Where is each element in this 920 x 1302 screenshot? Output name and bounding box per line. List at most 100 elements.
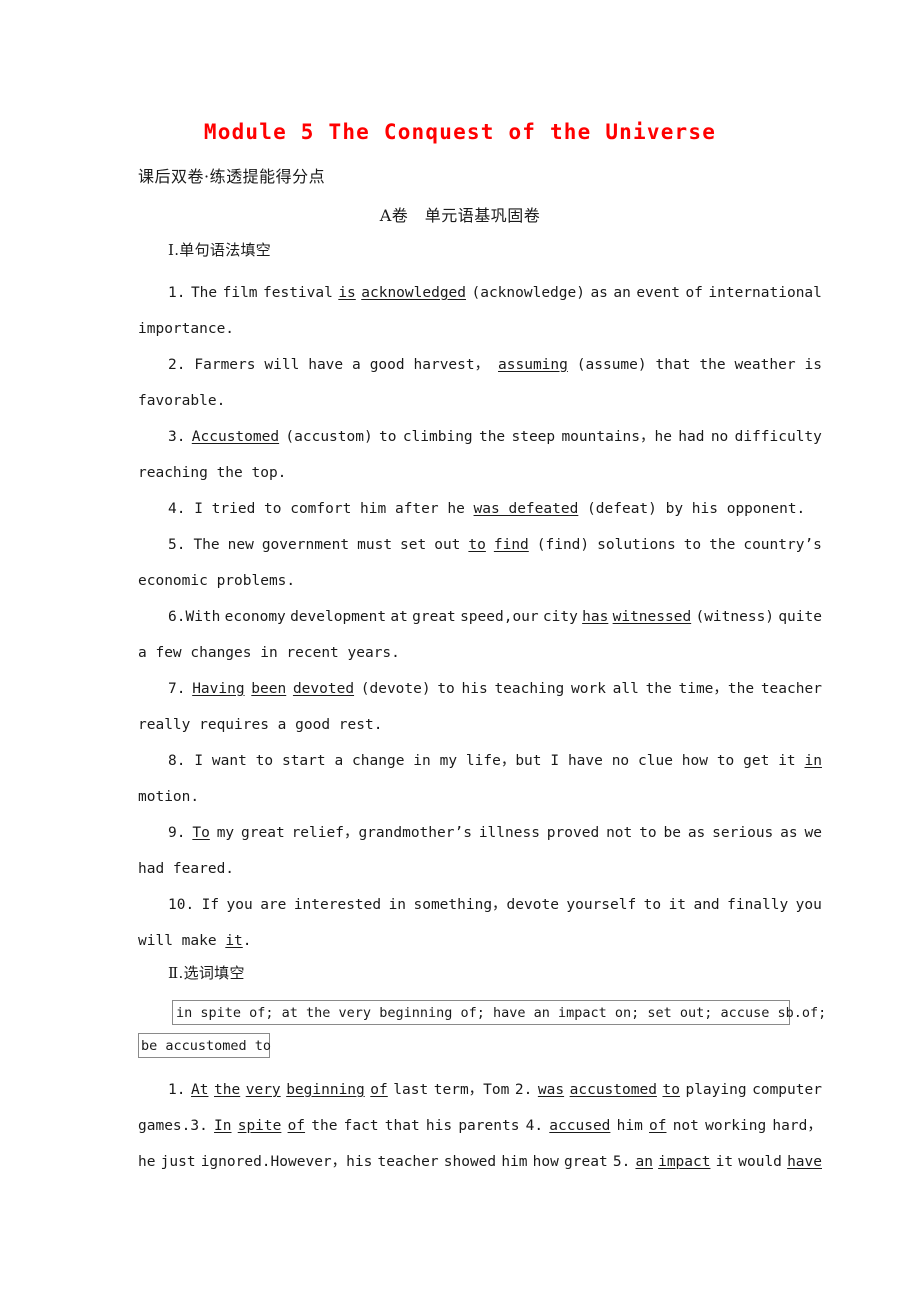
text-run: The <box>190 285 218 301</box>
text-run: had <box>678 429 705 445</box>
text-run: just <box>160 1154 196 1170</box>
text-run: good <box>369 357 405 373</box>
subtitle-label: 课后双卷·练透提能得分点 <box>138 167 326 186</box>
text-run: no <box>710 429 729 445</box>
text-run: mountains，he <box>561 429 672 445</box>
text-run: as <box>687 825 706 841</box>
grammar-fill-in-list: 1. The film festival is acknowledged (acknowle… <box>138 275 822 959</box>
text-run: illness <box>478 825 540 841</box>
grammar-item: 1. The film festival is acknowledged (acknowle… <box>138 275 822 347</box>
section-heading-2: Ⅱ.选词填空 <box>168 964 245 982</box>
answer-blank: beginning <box>286 1082 365 1098</box>
text-run: 3. <box>168 429 186 445</box>
grammar-item: 10. If you are interested in something，devote y… <box>138 887 822 959</box>
grammar-item: 7. Having been devoted (devote) to his teaching… <box>138 671 822 743</box>
page-title: Module 5 The Conquest of the Universe <box>203 120 717 144</box>
text-run: motion. <box>138 789 200 805</box>
text-run: change <box>352 753 405 769</box>
answer-blank: witnessed <box>612 609 692 625</box>
text-run: I <box>194 753 204 769</box>
text-line: 5. The new government must set out to find (find)… <box>138 527 822 563</box>
text-line: 9. To my great relief，grandmother’s illness pr… <box>138 815 822 851</box>
text-run: 7. <box>168 681 186 697</box>
text-run: term，Tom <box>433 1082 510 1098</box>
text-line: will make it. <box>138 923 822 959</box>
text-line: 10. If you are interested in something，devote y… <box>138 887 822 923</box>
text-run: have <box>308 357 344 373</box>
text-run: a <box>352 357 361 373</box>
text-run: he <box>138 1154 156 1170</box>
text-run: we <box>804 825 822 841</box>
text-run: him <box>616 1118 643 1134</box>
text-run: climbing <box>402 429 473 445</box>
text-run: out <box>434 537 461 553</box>
answer-blank: of <box>370 1082 388 1098</box>
text-line: reaching the top. <box>138 455 822 491</box>
text-run: 9. <box>168 825 186 841</box>
text-run: 1. <box>168 1082 186 1098</box>
text-run: (witness) <box>695 609 775 625</box>
text-run: 5. <box>612 1154 631 1170</box>
text-run: work <box>571 681 606 697</box>
text-run: my <box>439 753 458 769</box>
text-run: must <box>357 537 393 553</box>
text-run: the <box>645 681 672 697</box>
text-run: great <box>241 825 285 841</box>
answer-blank: an <box>635 1154 653 1170</box>
text-run: to <box>639 825 657 841</box>
text-run: is <box>804 357 822 373</box>
text-line: 1. The film festival is acknowledged (acknowle… <box>138 275 822 311</box>
text-run: Farmers <box>194 357 256 373</box>
answer-blank: was defeated <box>473 501 579 517</box>
answer-blank: Having <box>192 681 245 697</box>
text-run: at <box>390 609 408 625</box>
text-run: my <box>216 825 235 841</box>
grammar-item: 8. Iwant to start a change in my life，but Ihave no… <box>138 743 822 815</box>
text-run: government <box>261 537 350 553</box>
text-run: difficulty <box>734 429 822 445</box>
text-run: him <box>501 1154 528 1170</box>
text-run: to <box>255 753 274 769</box>
text-line: 4. I tried to comfort him after he was d… <box>138 491 822 527</box>
grammar-item: 9. To my great relief，grandmother’s illness pr… <box>138 815 822 887</box>
text-run: harvest， <box>413 357 490 373</box>
answer-blank: has <box>582 609 609 625</box>
section-heading-1: Ⅰ.单句语法填空 <box>168 241 272 259</box>
text-run: working <box>705 1118 767 1134</box>
text-line: really requires a good rest. <box>138 707 822 743</box>
text-run: steep <box>511 429 556 445</box>
text-run: last <box>393 1082 429 1098</box>
grammar-item: 6.With economy development at great speed,our… <box>138 599 822 671</box>
text-run: economic problems. <box>138 573 296 589</box>
text-run: interested <box>293 897 382 913</box>
answer-blank: Accustomed <box>191 429 280 445</box>
answer-blank: spite <box>237 1118 282 1134</box>
text-run: 4. I tried to comfort him after he <box>168 501 474 517</box>
text-run: how <box>532 1154 559 1170</box>
text-run: hard， <box>772 1118 822 1134</box>
text-run: to <box>683 537 702 553</box>
text-run: want <box>211 753 247 769</box>
answer-blank: very <box>245 1082 281 1098</box>
text-run: it <box>715 1154 734 1170</box>
text-run: (assume) <box>576 357 647 373</box>
text-run: teacher <box>760 681 822 697</box>
text-run: as <box>780 825 798 841</box>
text-run: would <box>738 1154 782 1170</box>
text-run: relief，grandmother’s <box>291 825 472 841</box>
text-run: ignored.However，his <box>200 1154 373 1170</box>
text-run: (defeat) by his opponent. <box>578 501 806 517</box>
text-run: the <box>709 537 736 553</box>
text-run: all <box>612 681 639 697</box>
answer-blank: acknowledged <box>361 285 467 301</box>
text-run: 6.With <box>168 609 221 625</box>
text-run: as <box>590 285 608 301</box>
text-run: film <box>222 285 258 301</box>
text-run: (devote) <box>360 681 431 697</box>
text-line: 6.With economy development at great speed,our… <box>138 599 822 635</box>
text-run: . <box>242 933 252 949</box>
text-run: had feared. <box>138 861 235 877</box>
answer-blank: been <box>251 681 287 697</box>
text-run: his <box>425 1118 453 1134</box>
text-run: 1. <box>168 285 186 301</box>
